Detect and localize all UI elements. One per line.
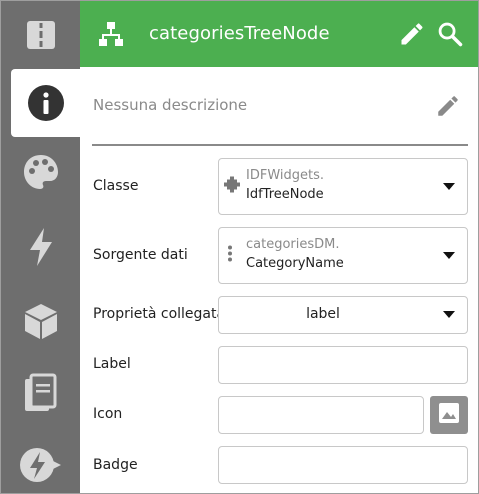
page-title: categoriesTreeNode	[149, 23, 330, 44]
icon-input[interactable]	[218, 396, 424, 434]
rail-item-events[interactable]	[1, 213, 80, 281]
badge-label: Badge	[93, 457, 138, 473]
classe-label: Classe	[93, 178, 139, 194]
vertical-dots-icon	[227, 244, 233, 267]
pencil-icon[interactable]	[435, 93, 461, 124]
flash-forward-icon	[19, 445, 63, 485]
chevron-down-icon	[443, 251, 455, 259]
chevron-down-icon	[443, 311, 455, 318]
label-input[interactable]	[218, 346, 468, 384]
tree-structure-icon	[98, 21, 124, 52]
classe-select[interactable]: IDFWidgets. IdfTreeNode	[218, 158, 468, 215]
chevron-down-icon	[443, 182, 455, 190]
panel-header: categoriesTreeNode	[80, 1, 478, 67]
rail-item-docs[interactable]	[1, 359, 80, 427]
plugin-icon	[223, 175, 241, 198]
proprieta-value: label	[306, 306, 340, 322]
info-icon	[27, 84, 65, 122]
proprieta-select[interactable]: label	[218, 296, 468, 334]
rail-item-info[interactable]	[11, 69, 80, 137]
description-text[interactable]: Nessuna descrizione	[93, 96, 247, 114]
classe-namespace: IDFWidgets.	[246, 168, 325, 183]
properties-form: Nessuna descrizione Classe IDFWidgets. I…	[80, 67, 478, 493]
label-label: Label	[93, 356, 131, 372]
rail-item-style[interactable]	[1, 138, 80, 206]
classe-value: IdfTreeNode	[246, 187, 324, 202]
lightning-icon	[26, 227, 56, 267]
side-rail	[1, 1, 80, 493]
page-layout-icon	[24, 18, 58, 52]
proprieta-label: Proprietà collegata	[93, 306, 226, 322]
properties-panel: categoriesTreeNode Nessuna descrizione C…	[0, 0, 479, 494]
divider	[92, 144, 468, 146]
cube-icon	[22, 302, 60, 340]
rail-item-flash[interactable]	[1, 431, 80, 493]
book-icon	[23, 373, 59, 413]
rail-item-layout[interactable]	[1, 1, 80, 69]
image-icon	[438, 402, 460, 429]
pencil-icon[interactable]	[398, 20, 426, 53]
search-icon[interactable]	[436, 20, 464, 53]
badge-input[interactable]	[218, 446, 468, 484]
icon-label: Icon	[93, 406, 123, 422]
sorgente-select[interactable]: categoriesDM. CategoryName	[218, 227, 468, 284]
rail-item-objects[interactable]	[1, 287, 80, 355]
sorgente-label: Sorgente dati	[93, 247, 188, 263]
choose-image-button[interactable]	[430, 396, 468, 434]
palette-icon	[22, 153, 60, 191]
sorgente-namespace: categoriesDM.	[246, 237, 340, 252]
sorgente-value: CategoryName	[246, 256, 344, 271]
